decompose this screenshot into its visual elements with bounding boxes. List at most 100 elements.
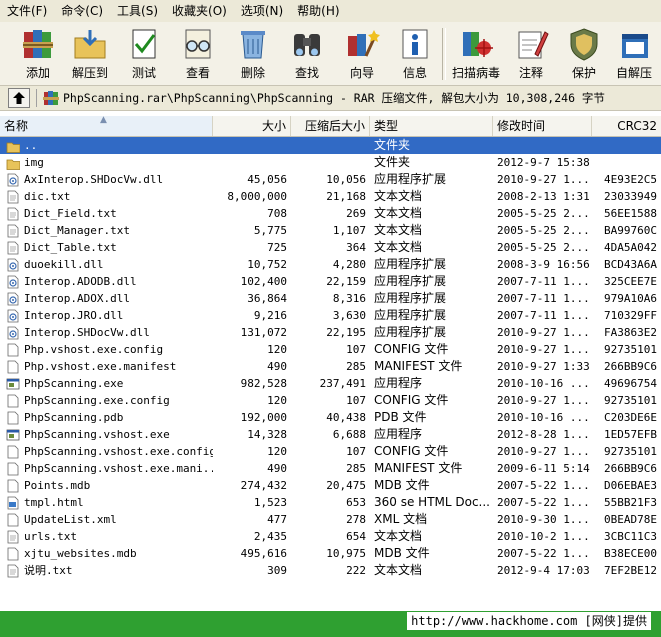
file-row[interactable]: PhpScanning.exe 982,528 237,491 应用程序 2010-10…: [0, 375, 661, 392]
file-packed-size: 222: [346, 564, 366, 577]
column-packed[interactable]: 压缩后大小: [291, 116, 370, 136]
file-name-cell: Dict_Table.txt: [0, 239, 213, 256]
file-row[interactable]: img 文件夹 2012-9-7 15:38: [0, 154, 661, 171]
info-button[interactable]: 信息: [390, 22, 440, 85]
column-packed-label: 压缩后大小: [304, 119, 365, 133]
file-type: 文本文档: [374, 206, 423, 220]
file-type: 文本文档: [374, 240, 423, 254]
menu-command[interactable]: 命令(C): [54, 0, 110, 22]
menu-options[interactable]: 选项(N): [234, 0, 290, 22]
file-modified: [493, 137, 592, 154]
address-path[interactable]: PhpScanning.rar\PhpScanning\PhpScanning …: [63, 90, 605, 106]
menu-favorites[interactable]: 收藏夹(O): [165, 0, 234, 22]
file-row[interactable]: Interop.ADODB.dll 102,400 22,159 应用程序扩展 2007…: [0, 273, 661, 290]
file-name: Interop.ADOX.dll: [24, 292, 130, 305]
column-modified[interactable]: 修改时间: [493, 116, 592, 136]
exe-icon: [6, 378, 20, 389]
file-size: 982,528: [240, 377, 287, 390]
file-modified: 2008-3-9 16:56: [497, 258, 590, 271]
file-crc: BA99760C: [604, 224, 657, 237]
file-name-cell: AxInterop.SHDocVw.dll: [0, 171, 213, 188]
protect-button[interactable]: 保护: [558, 22, 610, 85]
file-row[interactable]: Points.mdb 274,432 20,475 MDB 文件 2007-5-22 1…: [0, 477, 661, 494]
text-file-icon: [7, 190, 19, 203]
file-row[interactable]: PhpScanning.vshost.exe 14,328 6,688 应用程序 201…: [0, 426, 661, 443]
generic-file-icon: [7, 479, 19, 492]
menu-file[interactable]: 文件(F): [0, 0, 54, 22]
file-row[interactable]: dic.txt 8,000,000 21,168 文本文档 2008-2-13 1:31…: [0, 188, 661, 205]
file-name: PhpScanning.vshost.exe: [24, 428, 170, 441]
file-row[interactable]: AxInterop.SHDocVw.dll 45,056 10,056 应用程序扩展 2…: [0, 171, 661, 188]
file-crc: D06EBAE3: [604, 479, 657, 492]
file-name-cell: Php.vshost.exe.manifest: [0, 358, 213, 375]
toolbar-separator: [442, 28, 446, 80]
comment-button[interactable]: 注释: [504, 22, 558, 85]
menu-tools[interactable]: 工具(S): [110, 0, 165, 22]
file-type: MDB 文件: [374, 546, 430, 560]
file-packed-size: 269: [346, 207, 366, 220]
text-file-icon: [7, 207, 19, 220]
file-crc: 266BB9C6: [604, 462, 657, 475]
file-modified: 2010-9-27 1...: [497, 173, 590, 186]
folder-icon: [6, 159, 20, 170]
file-row[interactable]: tmpl.html 1,523 653 360 se HTML Doc... 2007-…: [0, 494, 661, 511]
file-row[interactable]: PhpScanning.vshost.exe.mani... 490 285 MANI…: [0, 460, 661, 477]
file-row[interactable]: PhpScanning.vshost.exe.config 120 107 CONFI…: [0, 443, 661, 460]
file-type: XML 文档: [374, 512, 428, 526]
file-name: Interop.SHDocVw.dll: [24, 326, 150, 339]
delete-label: 删除: [240, 66, 265, 80]
file-row[interactable]: Interop.JRO.dll 9,216 3,630 应用程序扩展 2007-7-11…: [0, 307, 661, 324]
file-row[interactable]: .. 文件夹: [0, 137, 661, 154]
file-size: 2,435: [253, 530, 287, 543]
file-type: 应用程序: [374, 427, 423, 441]
sfx-icon: [622, 34, 648, 58]
scan-virus-button[interactable]: 扫描病毒: [448, 22, 504, 85]
extract-to-button[interactable]: 解压到: [62, 22, 118, 85]
file-row[interactable]: UpdateList.xml 477 278 XML 文档 2010-9-30 1...…: [0, 511, 661, 528]
file-row[interactable]: PhpScanning.pdb 192,000 40,438 PDB 文件 2010-1…: [0, 409, 661, 426]
file-row[interactable]: PhpScanning.exe.config 120 107 CONFIG 文件 201…: [0, 392, 661, 409]
file-crc: 56EE1588: [604, 207, 657, 220]
file-crc: 3CBC11C3: [604, 530, 657, 543]
file-row[interactable]: Dict_Table.txt 725 364 文本文档 2005-5-25 2... 4D…: [0, 239, 661, 256]
test-button[interactable]: 测试: [118, 22, 170, 85]
extract-folder-icon: [74, 30, 106, 59]
find-button[interactable]: 查找: [280, 22, 334, 85]
file-row[interactable]: Interop.SHDocVw.dll 131,072 22,195 应用程序扩展 20…: [0, 324, 661, 341]
scan-virus-label: 扫描病毒: [451, 66, 500, 80]
file-row[interactable]: Interop.ADOX.dll 36,864 8,316 应用程序扩展 2007-7-…: [0, 290, 661, 307]
up-folder-button[interactable]: [8, 88, 30, 108]
view-button[interactable]: 查看: [170, 22, 226, 85]
file-packed-size: 40,438: [326, 411, 366, 424]
file-name: Php.vshost.exe.config: [24, 343, 164, 356]
menu-help[interactable]: 帮助(H): [290, 0, 346, 22]
delete-button[interactable]: 删除: [226, 22, 280, 85]
file-row[interactable]: Dict_Manager.txt 5,775 1,107 文本文档 2005-5-25 …: [0, 222, 661, 239]
find-binoculars-icon: [294, 34, 320, 56]
file-row[interactable]: duoekill.dll 10,752 4,280 应用程序扩展 2008-3-9 16…: [0, 256, 661, 273]
file-name: UpdateList.xml: [24, 513, 117, 526]
file-modified: 2010-9-30 1...: [497, 513, 590, 526]
file-row[interactable]: Dict_Field.txt 708 269 文本文档 2005-5-25 2... 56…: [0, 205, 661, 222]
file-row[interactable]: 说明.txt 309 222 文本文档 2012-9-4 17:03 7EF2BE12: [0, 562, 661, 579]
wizard-label: 向导: [349, 66, 374, 80]
file-row[interactable]: Php.vshost.exe.manifest 490 285 MANIFEST 文件…: [0, 358, 661, 375]
file-type: 应用程序扩展: [374, 257, 447, 271]
file-row[interactable]: Php.vshost.exe.config 120 107 CONFIG 文件 2010…: [0, 341, 661, 358]
file-modified: 2005-5-25 2...: [497, 207, 590, 220]
column-size[interactable]: 大小: [213, 116, 291, 136]
generic-file-icon: [7, 445, 19, 458]
generic-file-icon: [7, 360, 19, 373]
sfx-button[interactable]: 自解压: [610, 22, 658, 85]
test-check-icon: [132, 29, 156, 59]
generic-file-icon: [7, 462, 19, 475]
file-packed-size: 654: [346, 530, 366, 543]
add-button[interactable]: 添加: [14, 22, 62, 85]
file-modified: 2010-9-27 1:33: [497, 360, 590, 373]
file-row[interactable]: urls.txt 2,435 654 文本文档 2010-10-2 1... 3CBC11…: [0, 528, 661, 545]
column-crc[interactable]: CRC32: [592, 116, 661, 136]
file-row[interactable]: xjtu_websites.mdb 495,616 10,975 MDB 文件 2007…: [0, 545, 661, 562]
column-type[interactable]: 类型: [370, 116, 493, 136]
wizard-button[interactable]: 向导: [334, 22, 390, 85]
column-name[interactable]: 名称 ▲: [0, 116, 213, 136]
